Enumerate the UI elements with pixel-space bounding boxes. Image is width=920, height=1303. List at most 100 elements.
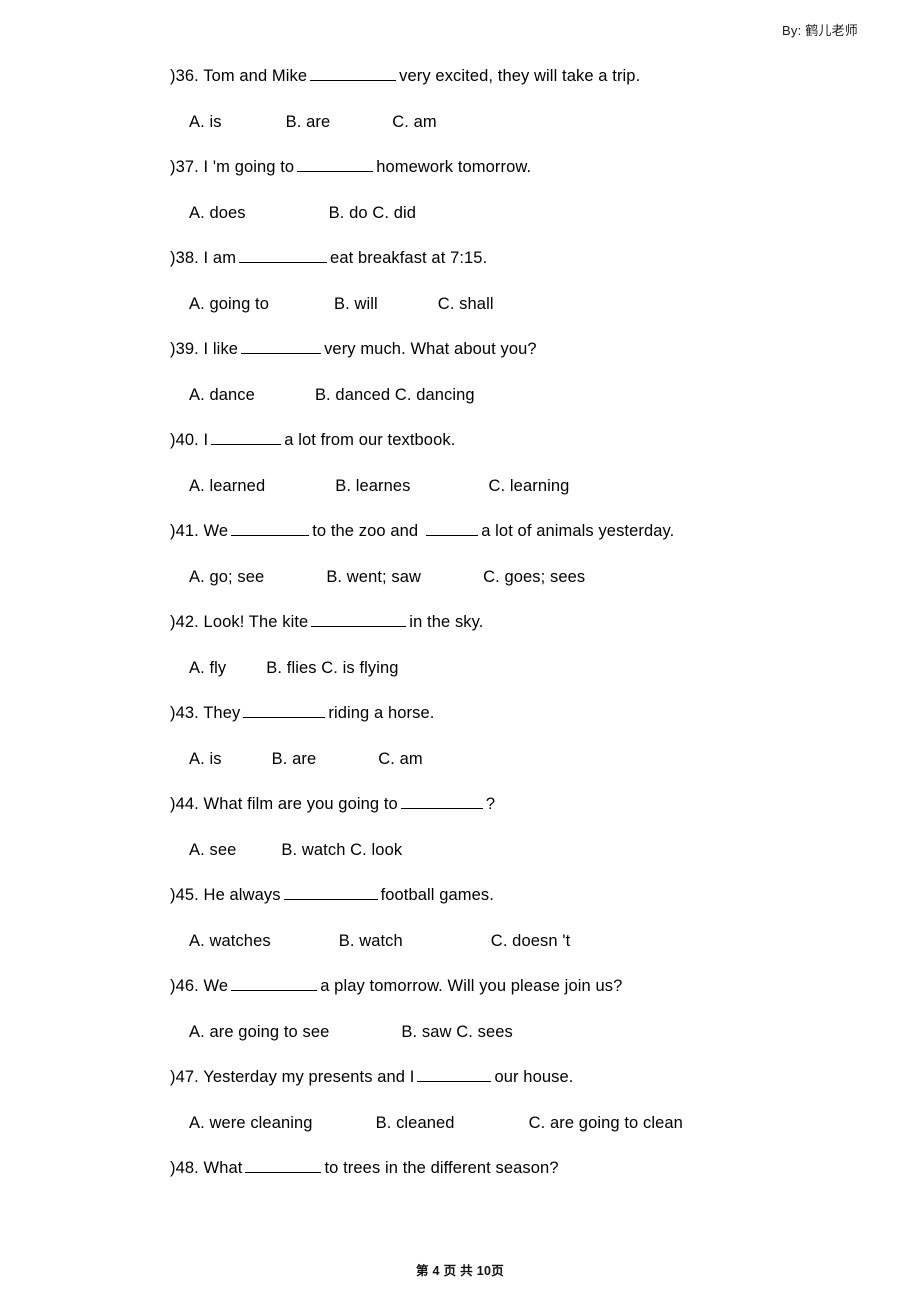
question-stem-before: They [203, 704, 241, 722]
question-stem-after: football games. [380, 886, 494, 904]
answer-blank[interactable] [311, 611, 407, 627]
answer-blank[interactable] [231, 975, 318, 991]
question-stem-before: We [203, 522, 229, 540]
option-choice[interactable]: A. is [189, 747, 222, 771]
option-choice[interactable]: A. dance [189, 383, 255, 407]
question-stem-after: very much. What about you? [324, 340, 537, 358]
answer-blank[interactable] [245, 1157, 322, 1173]
question-stem-after: in the sky. [409, 613, 484, 631]
option-choice[interactable]: A. go; see [189, 565, 264, 589]
answer-blank[interactable] [283, 884, 378, 900]
question-number: 48. [175, 1159, 199, 1177]
option-choice[interactable]: C. am [378, 747, 423, 771]
option-choice[interactable]: C. doesn 't [491, 929, 570, 953]
question-number: 43. [175, 704, 199, 722]
option-choice[interactable]: A. watches [189, 929, 271, 953]
option-choice[interactable]: C. shall [438, 292, 494, 316]
answer-blank[interactable] [417, 1066, 492, 1082]
question-number: 40. [175, 431, 199, 449]
option-choice[interactable]: B. saw C. sees [401, 1020, 512, 1044]
option-choice[interactable]: A. does [189, 201, 246, 225]
option-choice[interactable]: B. do C. did [329, 201, 416, 225]
option-choice[interactable]: B. watch [339, 929, 403, 953]
question-text: )40. Ia lot from our textbook. [170, 428, 870, 474]
question-stem-before: Look! The kite [203, 613, 309, 631]
answer-blank[interactable] [400, 793, 483, 809]
option-choice[interactable]: B. flies C. is flying [266, 656, 398, 680]
option-choice[interactable]: B. watch C. look [281, 838, 402, 862]
question-number: 46. [175, 977, 199, 995]
question-text: )46. We a play tomorrow. Will you please … [170, 974, 870, 1020]
answer-blank[interactable] [243, 702, 326, 718]
options-row: A. see B. watch C. look [170, 838, 870, 883]
option-choice[interactable]: A. are going to see [189, 1020, 329, 1044]
answer-blank[interactable] [241, 338, 322, 354]
option-choice[interactable]: B. are [286, 110, 331, 134]
option-choice[interactable]: A. learned [189, 474, 265, 498]
question-stem-after: a play tomorrow. Will you please join us… [320, 977, 623, 995]
option-choice[interactable]: C. are going to clean [529, 1111, 683, 1135]
question-stem-after: a lot from our textbook. [284, 431, 456, 449]
options-row: A. were cleaning B. cleaned C. are going t… [170, 1111, 870, 1156]
question-block: )48. What to trees in the different seaso… [170, 1156, 870, 1202]
options-row: A. watches B. watch C. doesn 't [170, 929, 870, 974]
option-choice[interactable]: C. learning [489, 474, 570, 498]
options-row: A. dance B. danced C. dancing [170, 383, 870, 428]
question-number: 37. [175, 158, 199, 176]
question-text: )44. What film are you going to? [170, 792, 870, 838]
question-stem-after: our house. [494, 1068, 574, 1086]
question-text: )43. They riding a horse. [170, 701, 870, 747]
question-stem-after: riding a horse. [328, 704, 435, 722]
question-stem-after: eat breakfast at 7:15. [330, 249, 488, 267]
question-text: )37. I 'm going to homework tomorrow. [170, 155, 870, 201]
question-block: )45. He always football games. A. watches B… [170, 883, 870, 974]
question-stem-after-second: a lot of animals yesterday. [481, 522, 675, 540]
option-choice[interactable]: B. danced C. dancing [315, 383, 475, 407]
question-block: )40. Ia lot from our textbook. A. learned… [170, 428, 870, 519]
question-stem-after: ? [485, 795, 496, 813]
option-choice[interactable]: B. cleaned [376, 1111, 455, 1135]
question-stem-before: I 'm going to [203, 158, 295, 176]
page-footer: 第 4 页 共 10页 [415, 1264, 505, 1278]
question-text: )42. Look! The kite in the sky. [170, 610, 870, 656]
options-row: A. going to B. will C. shall [170, 292, 870, 337]
question-stem-after: very excited, they will take a trip. [399, 67, 641, 85]
option-choice[interactable]: C. goes; sees [483, 565, 585, 589]
question-stem-before: I [203, 431, 209, 449]
option-choice[interactable]: B. learnes [335, 474, 410, 498]
page-byline: By: 鹤儿老师 [782, 23, 858, 38]
answer-blank[interactable] [231, 520, 310, 536]
option-choice[interactable]: A. see [189, 838, 236, 862]
question-stem-before: I like [203, 340, 239, 358]
answer-blank[interactable] [239, 247, 328, 263]
option-choice[interactable]: B. are [272, 747, 317, 771]
option-choice[interactable]: B. went; saw [326, 565, 421, 589]
option-choice[interactable]: A. going to [189, 292, 269, 316]
question-text: )48. What to trees in the different seaso… [170, 1156, 870, 1202]
answer-blank-second[interactable] [426, 520, 479, 536]
question-block: )47. Yesterday my presents and Iour hous… [170, 1065, 870, 1156]
answer-blank[interactable] [297, 156, 374, 172]
question-number: 39. [175, 340, 199, 358]
question-text: )39. I like very much. What about you? [170, 337, 870, 383]
question-text: )38. I am eat breakfast at 7:15. [170, 246, 870, 292]
question-number: 36. [175, 67, 199, 85]
question-stem-before: I am [203, 249, 237, 267]
question-stem-before: Tom and Mike [203, 67, 308, 85]
options-row: A. does B. do C. did [170, 201, 870, 246]
option-choice[interactable]: A. were cleaning [189, 1111, 313, 1135]
option-choice[interactable]: C. am [392, 110, 437, 134]
question-block: )41. We to the zoo and a lot of animals ye… [170, 519, 870, 610]
question-block: )42. Look! The kite in the sky. A. fly B. f… [170, 610, 870, 701]
answer-blank[interactable] [310, 65, 397, 81]
option-choice[interactable]: B. will [334, 292, 378, 316]
option-choice[interactable]: A. is [189, 110, 222, 134]
options-row: A. is B. are C. am [170, 747, 870, 792]
options-row: A. learned B. learnes C. learning [170, 474, 870, 519]
question-stem-before: What [203, 1159, 243, 1177]
question-text: )47. Yesterday my presents and Iour hous… [170, 1065, 870, 1111]
option-choice[interactable]: A. fly [189, 656, 226, 680]
answer-blank[interactable] [211, 429, 282, 445]
question-stem-before: Yesterday my presents and I [203, 1068, 415, 1086]
question-stem-after: to trees in the different season? [324, 1159, 559, 1177]
